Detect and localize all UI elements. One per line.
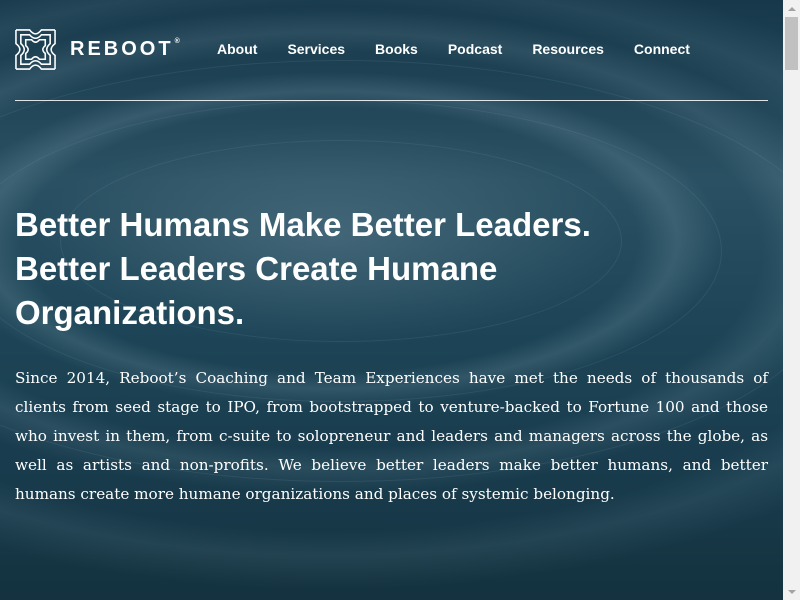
nav-resources[interactable]: Resources — [532, 41, 604, 57]
vertical-scrollbar[interactable] — [783, 0, 800, 600]
nav-connect[interactable]: Connect — [634, 41, 690, 57]
headline-line-2: Better Leaders Create Humane — [15, 250, 498, 287]
nav-podcast[interactable]: Podcast — [448, 41, 502, 57]
arrow-up-icon — [787, 6, 796, 11]
reboot-logo-icon — [15, 29, 56, 70]
brand-logo[interactable]: REBOOT® — [14, 28, 180, 71]
headline-line-3: Organizations. — [15, 294, 245, 331]
hero-background: REBOOT® About Services Books Podcast Res… — [0, 0, 783, 600]
scrollbar-thumb[interactable] — [785, 17, 798, 70]
hero-headline: Better Humans Make Better Leaders. Bette… — [15, 203, 715, 335]
arrow-down-icon — [787, 589, 796, 594]
hero-intro-text: Since 2014, Reboot’s Coaching and Team E… — [15, 369, 768, 503]
nav-books[interactable]: Books — [375, 41, 418, 57]
scroll-up-button[interactable] — [783, 0, 800, 17]
header-divider — [15, 100, 768, 101]
headline-line-1: Better Humans Make Better Leaders. — [15, 206, 591, 243]
main-nav: About Services Books Podcast Resources C… — [217, 41, 720, 57]
brand-name: REBOOT® — [70, 38, 180, 60]
nav-about[interactable]: About — [217, 41, 257, 57]
scroll-down-button[interactable] — [783, 583, 800, 600]
nav-services[interactable]: Services — [287, 41, 345, 57]
